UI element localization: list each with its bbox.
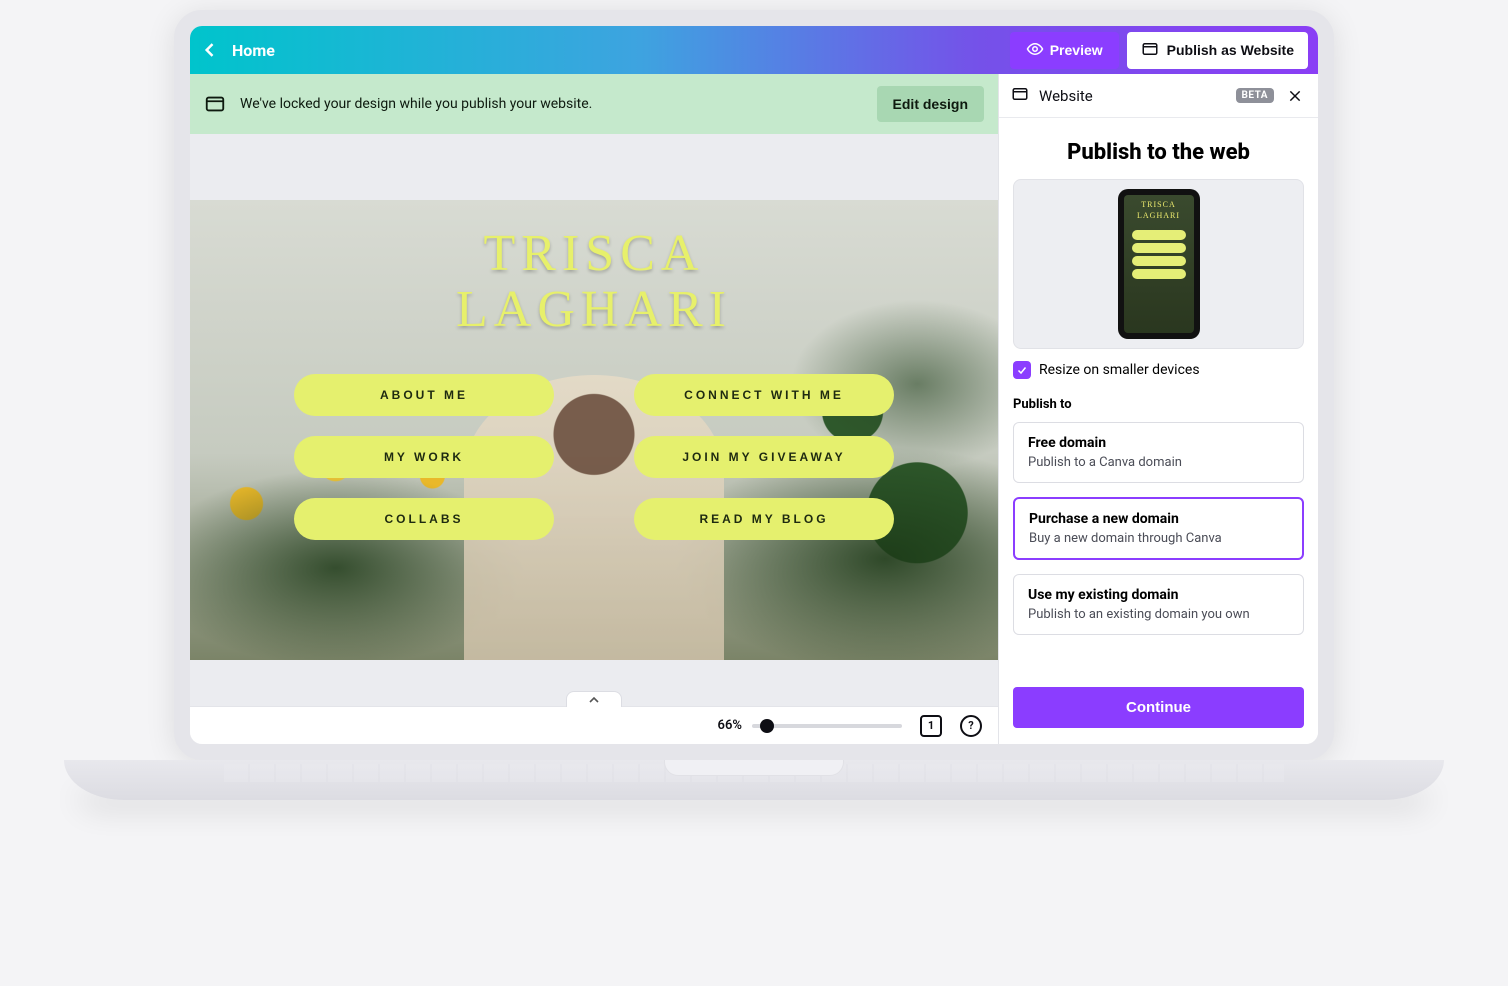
- page-indicator[interactable]: 1: [920, 715, 942, 737]
- top-bar: Home Preview Publish as Website: [190, 26, 1318, 74]
- canvas-wrap: TRISCA LAGHARI ABOUT ME CONNECT WITH ME …: [190, 134, 998, 706]
- zoom-slider-thumb[interactable]: [760, 719, 774, 733]
- back-icon[interactable]: [200, 40, 220, 60]
- help-button[interactable]: ?: [960, 715, 982, 737]
- option-purchase-domain[interactable]: Purchase a new domain Buy a new domain t…: [1013, 497, 1304, 560]
- close-icon[interactable]: [1284, 85, 1306, 107]
- panel-heading: Publish to the web: [1013, 140, 1304, 165]
- bottom-toolbar: 66% 1 ?: [190, 706, 998, 744]
- option-title: Use my existing domain: [1028, 587, 1289, 603]
- editor-area: We've locked your design while you publi…: [190, 74, 998, 744]
- website-icon: [1141, 40, 1159, 61]
- nav-connect[interactable]: CONNECT WITH ME: [634, 374, 894, 416]
- option-sub: Buy a new domain through Canva: [1029, 531, 1288, 546]
- publish-to-label: Publish to: [1013, 397, 1304, 412]
- zoom-value: 66%: [718, 718, 742, 733]
- edit-design-button[interactable]: Edit design: [877, 86, 984, 122]
- option-existing-domain[interactable]: Use my existing domain Publish to an exi…: [1013, 574, 1304, 635]
- nav-blog[interactable]: READ MY BLOG: [634, 498, 894, 540]
- notice-text: We've locked your design while you publi…: [240, 96, 592, 112]
- phone-pill: [1132, 269, 1186, 279]
- option-title: Free domain: [1028, 435, 1289, 451]
- nav-giveaway[interactable]: JOIN MY GIVEAWAY: [634, 436, 894, 478]
- site-title: TRISCA LAGHARI: [456, 226, 732, 338]
- nav-grid: ABOUT ME CONNECT WITH ME MY WORK JOIN MY…: [294, 374, 894, 540]
- website-icon: [1011, 85, 1029, 107]
- publish-as-website-button[interactable]: Publish as Website: [1127, 32, 1308, 69]
- phone-title2: LAGHARI: [1137, 212, 1180, 220]
- site-title-line2: LAGHARI: [456, 282, 732, 338]
- publish-label: Publish as Website: [1167, 42, 1294, 58]
- eye-icon: [1026, 40, 1044, 61]
- option-sub: Publish to a Canva domain: [1028, 455, 1289, 470]
- phone-pill: [1132, 256, 1186, 266]
- panel-header: Website BETA: [999, 74, 1318, 118]
- phone-frame: TRISCA LAGHARI: [1118, 189, 1200, 339]
- mobile-preview: TRISCA LAGHARI: [1013, 179, 1304, 349]
- locked-notice: We've locked your design while you publi…: [190, 74, 998, 134]
- expand-pages-tab[interactable]: [566, 691, 622, 707]
- option-free-domain[interactable]: Free domain Publish to a Canva domain: [1013, 422, 1304, 483]
- option-sub: Publish to an existing domain you own: [1028, 607, 1289, 622]
- site-title-line1: TRISCA: [456, 226, 732, 282]
- beta-badge: BETA: [1236, 88, 1275, 103]
- nav-about-me[interactable]: ABOUT ME: [294, 374, 554, 416]
- continue-button[interactable]: Continue: [1013, 687, 1304, 728]
- preview-label: Preview: [1050, 42, 1103, 58]
- option-title: Purchase a new domain: [1029, 511, 1288, 527]
- home-link[interactable]: Home: [232, 41, 275, 60]
- panel-title: Website: [1039, 87, 1093, 105]
- resize-checkbox[interactable]: [1013, 361, 1031, 379]
- resize-option[interactable]: Resize on smaller devices: [1013, 361, 1304, 379]
- website-lock-icon: [204, 93, 226, 115]
- publish-panel: Website BETA Publish to the web TRISCA L…: [998, 74, 1318, 744]
- laptop-base: [64, 760, 1444, 800]
- zoom-control[interactable]: 66%: [718, 718, 902, 733]
- nav-my-work[interactable]: MY WORK: [294, 436, 554, 478]
- preview-button[interactable]: Preview: [1010, 32, 1119, 69]
- design-canvas[interactable]: TRISCA LAGHARI ABOUT ME CONNECT WITH ME …: [190, 200, 998, 660]
- phone-title1: TRISCA: [1141, 201, 1175, 209]
- zoom-slider-track[interactable]: [752, 724, 902, 728]
- phone-pill: [1132, 230, 1186, 240]
- resize-label: Resize on smaller devices: [1039, 362, 1200, 378]
- phone-pill: [1132, 243, 1186, 253]
- nav-collabs[interactable]: COLLABS: [294, 498, 554, 540]
